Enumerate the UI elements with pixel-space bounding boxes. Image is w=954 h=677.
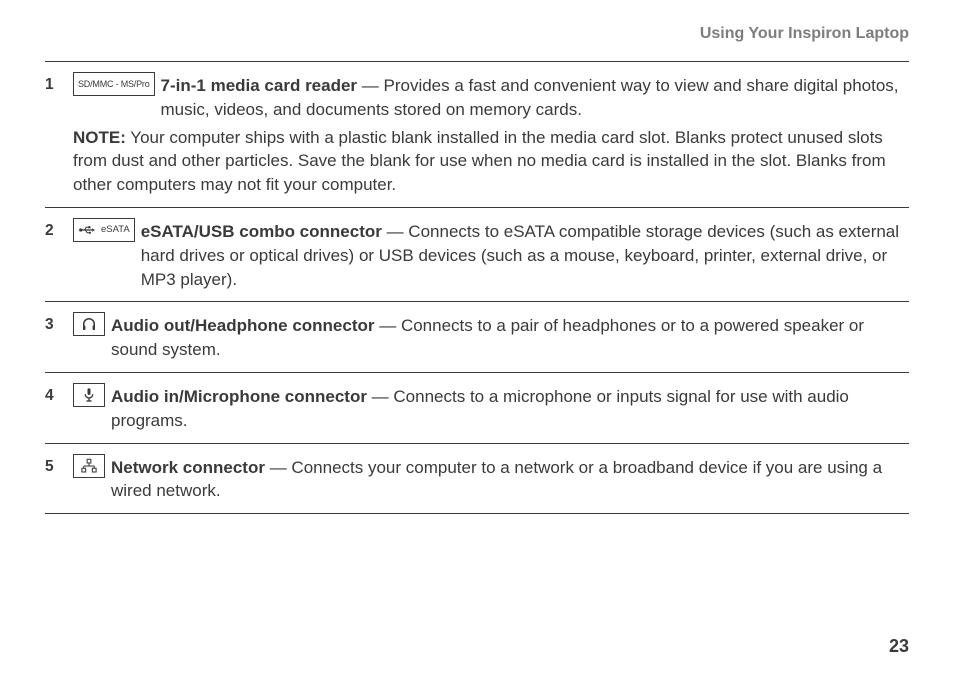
usb-icon (78, 221, 100, 239)
headphone-icon (73, 312, 105, 336)
item-title: Audio in/Microphone connector (111, 387, 367, 406)
media-card-icon: SD/MMC - MS/Pro (73, 72, 155, 96)
item-title: Audio out/Headphone connector (111, 316, 375, 335)
manual-page: Using Your Inspiron Laptop 1 SD/MMC - MS… (0, 0, 954, 677)
esata-usb-icon: eSATA (73, 218, 135, 242)
note-body: Your computer ships with a plastic blank… (73, 128, 886, 195)
item-number: 5 (45, 452, 73, 476)
item-number: 3 (45, 310, 73, 334)
network-icon (73, 454, 105, 478)
list-item: 2 eSATA eSATA/USB combo connector — Conn (45, 207, 909, 301)
page-header: Using Your Inspiron Laptop (45, 25, 909, 43)
list-item: 3 Audio out/Headphone connector — Connec… (45, 301, 909, 372)
page-number: 23 (889, 636, 909, 657)
note-label: NOTE: (73, 128, 126, 147)
item-title: Network connector (111, 458, 265, 477)
list-item: 4 Audio in/Microphone connector — Connec… (45, 372, 909, 443)
item-number: 1 (45, 70, 73, 94)
list-item: 5 Network connector — Connects your comp… (45, 443, 909, 515)
item-title: 7-in-1 media card reader (161, 76, 358, 95)
list-item: 1 SD/MMC - MS/Pro 7-in-1 media card read… (45, 61, 909, 207)
item-number: 2 (45, 216, 73, 240)
item-number: 4 (45, 381, 73, 405)
item-title: eSATA/USB combo connector (141, 222, 382, 241)
item-list: 1 SD/MMC - MS/Pro 7-in-1 media card read… (45, 61, 909, 514)
microphone-icon (73, 383, 105, 407)
